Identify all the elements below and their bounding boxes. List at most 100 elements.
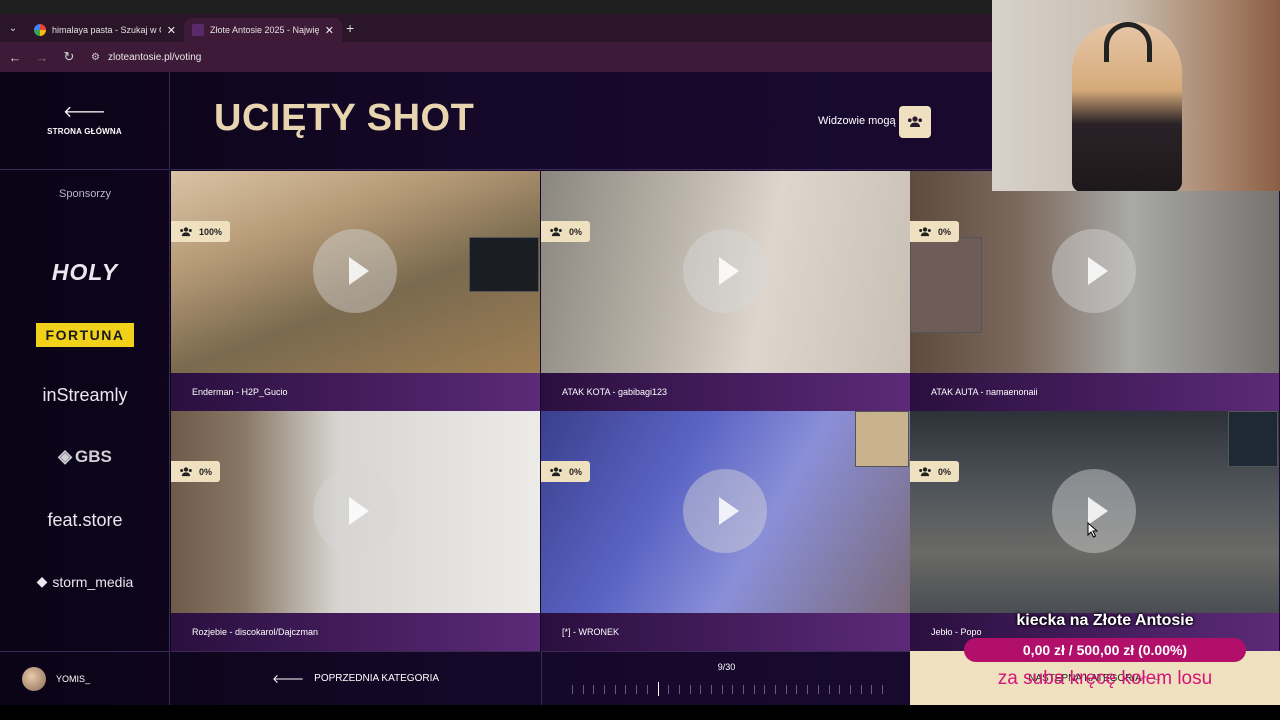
streamer-cam <box>469 237 539 292</box>
progress-tick <box>828 685 830 694</box>
gbs-diamond-icon: ◈ <box>58 446 72 466</box>
fortuna-label: FORTUNA <box>35 323 135 347</box>
sponsor-featstore-logo[interactable]: feat.store <box>0 510 170 531</box>
progress-tick <box>710 685 712 694</box>
tab-title: himalaya pasta - Szukaj w Goog <box>52 25 161 35</box>
browser-tab-1[interactable]: himalaya pasta - Szukaj w Goog ✕ <box>26 18 184 42</box>
nominee-card[interactable]: 0% ATAK KOTA - gabibagi123 <box>541 171 910 411</box>
sponsor-fortuna-logo[interactable]: FORTUNA <box>0 323 170 347</box>
username: YOMIS_ <box>56 673 91 684</box>
reload-icon[interactable]: ↻ <box>57 49 81 65</box>
progress-tick <box>657 682 659 696</box>
home-button[interactable]: 🡐 STRONA GŁÓWNA <box>0 72 170 170</box>
nominee-label: Enderman - H2P_Gucio <box>192 387 288 397</box>
progress-tick <box>860 685 862 694</box>
sponsor-gbs-logo[interactable]: ◈ GBS <box>0 446 170 467</box>
nominee-label-bar: ATAK KOTA - gabibagi123 <box>541 373 910 411</box>
progress-tick <box>678 685 680 694</box>
viewers-toggle-button[interactable] <box>899 106 931 138</box>
vote-percent: 0% <box>199 466 213 477</box>
sponsor-instreamly-logo[interactable]: inStreamly <box>0 385 170 406</box>
progress-tick <box>614 685 616 694</box>
users-icon <box>908 116 922 127</box>
streamer-cam <box>1228 411 1278 467</box>
streamer-cam <box>855 411 909 467</box>
storm-label: storm_media <box>52 573 134 590</box>
site-favicon-icon <box>192 24 204 36</box>
progress-tick <box>785 685 787 694</box>
progress-tick <box>817 685 819 694</box>
vote-percent-badge: 0% <box>171 461 221 482</box>
nominee-label: ATAK KOTA - gabibagi123 <box>562 387 668 397</box>
back-icon[interactable]: ← <box>3 50 27 65</box>
progress-tick <box>582 685 584 694</box>
nominee-label-bar: ATAK AUTA - namaenonaii <box>910 373 1279 411</box>
nominee-label-bar: Enderman - H2P_Gucio <box>171 373 540 411</box>
user-profile[interactable]: YOMIS_ <box>0 651 170 705</box>
progress-tick <box>700 685 702 694</box>
nominee-card[interactable]: 0% ATAK AUTA - namaenonaii <box>910 171 1279 411</box>
play-icon[interactable] <box>1052 229 1136 313</box>
mouse-cursor-icon <box>1087 522 1099 538</box>
close-tab-icon[interactable]: ✕ <box>325 24 334 37</box>
nominee-card[interactable]: 100% Enderman - H2P_Gucio <box>171 171 540 411</box>
nominee-card[interactable]: 0% [*] - WRONEK <box>541 411 910 651</box>
progress-tick <box>764 685 766 694</box>
progress-tick <box>593 685 595 694</box>
vote-percent-badge: 0% <box>541 461 591 482</box>
play-icon[interactable] <box>683 229 767 313</box>
nominee-card[interactable]: 0% Rozjebie - discokarol/Dajczman <box>171 411 540 651</box>
vote-percent: 0% <box>938 466 952 477</box>
vote-percent-badge: 0% <box>910 461 960 482</box>
address-bar[interactable]: zloteantosie.pl/voting <box>108 52 201 63</box>
sponsors-sidebar: Sponsorzy HOLY FORTUNA inStreamly ◈ GBS f… <box>0 171 170 651</box>
tab-search-icon[interactable]: ⌄ <box>4 20 22 38</box>
sponsor-holy-logo[interactable]: HOLY <box>0 259 170 286</box>
browser-tab-2[interactable]: Złote Antosie 2025 - Największ ✕ <box>184 18 342 42</box>
donation-amount: 0,00 zł / 500,00 zł (0.00%) <box>964 638 1246 662</box>
progress-tick <box>743 685 745 694</box>
donation-subtitle: za suba kręcę kołem losu <box>997 668 1213 689</box>
vote-percent-badge: 100% <box>171 221 231 242</box>
nominee-label-bar: Rozjebie - discokarol/Dajczman <box>171 613 540 651</box>
avatar <box>22 666 46 691</box>
play-icon[interactable] <box>313 469 397 553</box>
progress-tick <box>775 685 777 694</box>
progress-tick <box>636 685 638 694</box>
donation-goal-overlay: kiecka na Złote Antosie 0,00 zł / 500,00… <box>960 610 1250 690</box>
users-icon <box>550 466 562 476</box>
users-icon <box>550 226 562 236</box>
progress-tick <box>604 685 606 694</box>
progress-tick <box>625 685 627 694</box>
progress-tick <box>871 685 873 694</box>
site-info-icon[interactable]: ⚙ <box>91 52 100 63</box>
vote-percent-badge: 0% <box>541 221 591 242</box>
streamer-cam <box>910 237 982 333</box>
previous-category-button[interactable]: 🡐 POPRZEDNIA KATEGORIA <box>171 651 540 705</box>
sponsors-title: Sponsorzy <box>59 188 111 200</box>
nominee-label: ATAK AUTA - namaenonaii <box>931 387 1038 397</box>
nominee-label: Rozjebie - discokarol/Dajczman <box>192 627 319 637</box>
users-icon <box>180 226 192 236</box>
vote-percent: 100% <box>199 226 223 237</box>
play-icon[interactable] <box>1052 469 1136 553</box>
sponsor-stormmedia-logo[interactable]: ◆ storm_media <box>0 573 170 590</box>
progress-tick <box>839 685 841 694</box>
viewers-label: Widzowie mogą <box>818 115 896 127</box>
forward-icon[interactable]: → <box>30 50 54 65</box>
storm-icon: ◆ <box>36 573 48 589</box>
progress-tick <box>732 685 734 694</box>
progress-ticks[interactable] <box>572 682 883 696</box>
progress-count: 9/30 <box>717 662 736 672</box>
play-icon[interactable] <box>313 229 397 313</box>
close-tab-icon[interactable]: ✕ <box>167 24 176 37</box>
screen: { "browser": { "tabs": [ {"title": "hima… <box>0 0 1280 720</box>
gbs-label: GBS <box>75 446 112 466</box>
arrow-left-icon: 🡐 <box>271 672 305 686</box>
home-label: STRONA GŁÓWNA <box>47 127 122 136</box>
streamer-webcam-overlay <box>992 0 1280 191</box>
play-icon[interactable] <box>683 469 767 553</box>
progress-tick <box>721 685 723 694</box>
progress-tick <box>668 685 670 694</box>
new-tab-icon[interactable]: + <box>346 20 354 36</box>
